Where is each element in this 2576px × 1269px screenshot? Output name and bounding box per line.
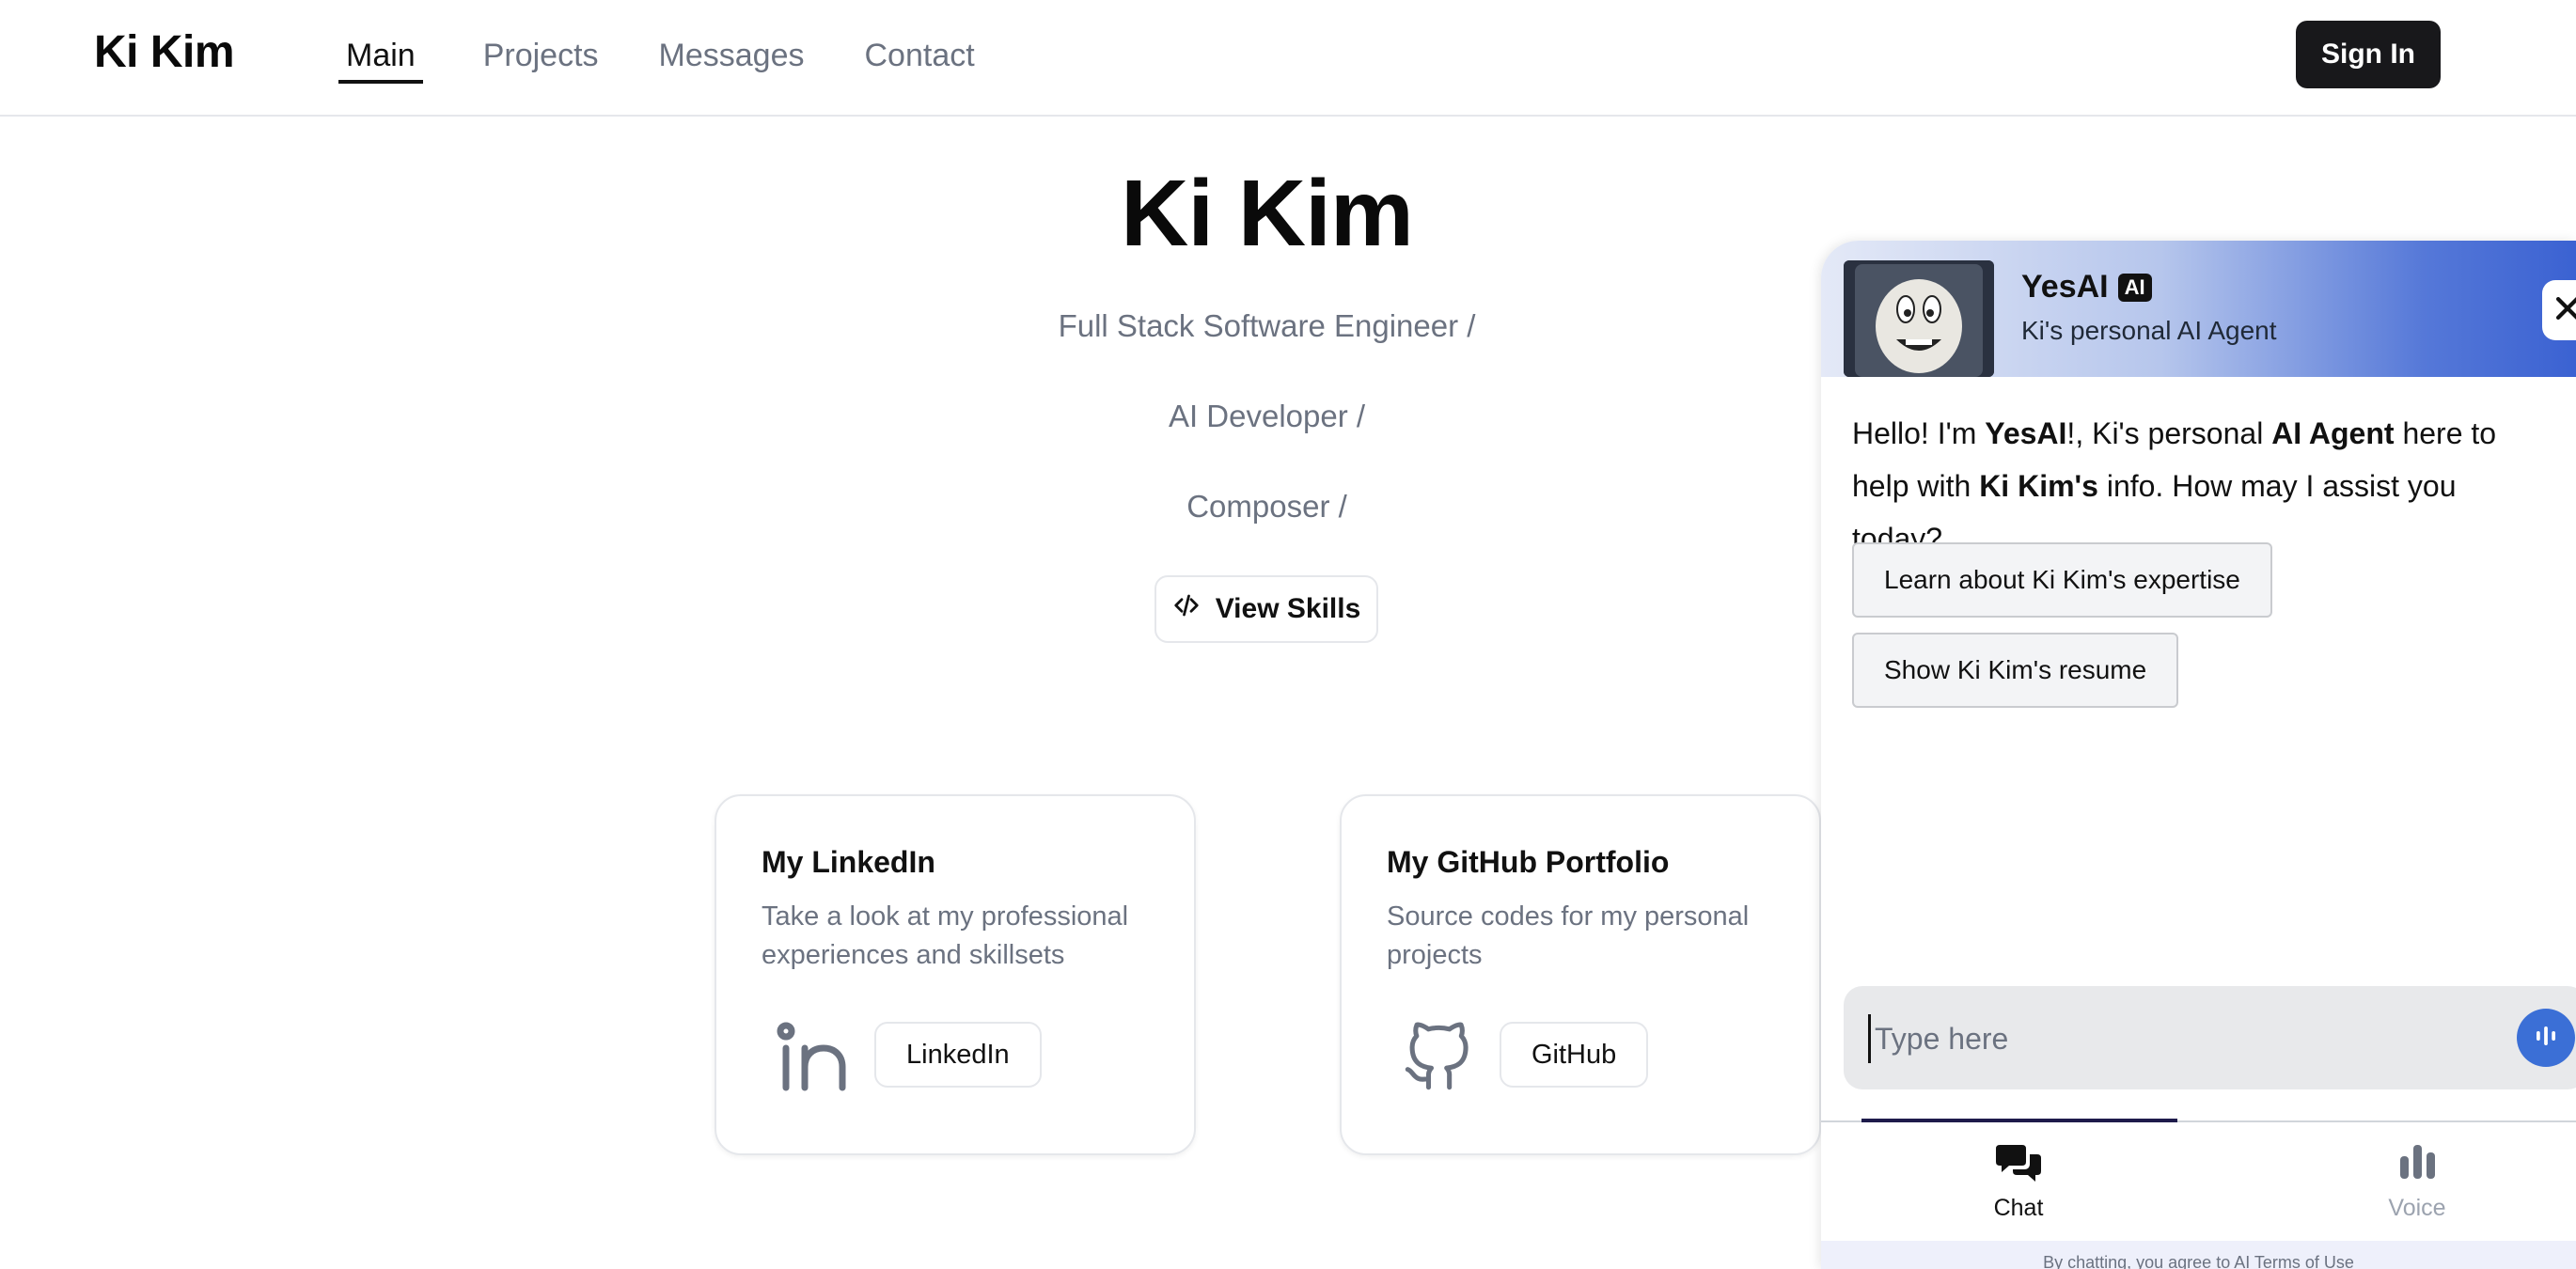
main-nav: Main Projects Messages Contact (338, 38, 1035, 84)
code-icon (1172, 591, 1201, 627)
greeting-text: Hello! I'm (1852, 416, 1986, 450)
github-button[interactable]: GitHub (1500, 1022, 1649, 1088)
tab-voice[interactable]: Voice (2323, 1143, 2511, 1222)
audio-bars-icon (2532, 1022, 2560, 1055)
ai-badge: AI (2117, 273, 2152, 302)
greeting-text: !, Ki's personal (2066, 416, 2272, 450)
brand-logo[interactable]: Ki Kim (94, 26, 235, 78)
sign-in-button[interactable]: Sign In (2296, 21, 2441, 88)
card-description: Source codes for my personal projects (1387, 901, 1750, 970)
bot-name: YesAI AI (2021, 269, 2152, 306)
card-description: Take a look at my professional experienc… (762, 901, 1129, 970)
greeting-bold: YesAI (1985, 416, 2067, 450)
view-skills-label: View Skills (1215, 593, 1361, 624)
chat-header: YesAI AI Ki's personal AI Agent (1821, 241, 2576, 377)
nav-item-messages[interactable]: Messages (659, 38, 805, 84)
linkedin-card: My LinkedIn Take a look at my profession… (715, 794, 1196, 1155)
view-skills-button[interactable]: View Skills (1154, 575, 1378, 643)
voice-input-button[interactable] (2517, 1009, 2575, 1067)
bot-avatar (1844, 260, 1994, 377)
chat-footer-terms: By chatting, you agree to AI Terms of Us… (1821, 1241, 2576, 1269)
tab-voice-label: Voice (2388, 1195, 2446, 1221)
greeting-bold: AI Agent (2271, 416, 2395, 450)
close-chat-button[interactable] (2542, 280, 2576, 340)
card-title: My GitHub Portfolio (1387, 845, 1670, 879)
nav-item-main[interactable]: Main (338, 38, 423, 84)
suggestion-resume-button[interactable]: Show Ki Kim's resume (1852, 633, 2179, 708)
tab-chat-label: Chat (1993, 1195, 2044, 1221)
greeting-bold: Ki Kim's (1979, 469, 2098, 503)
bot-name-text: YesAI (2021, 269, 2109, 305)
chat-bubbles-icon (1924, 1143, 2113, 1187)
github-icon (1402, 1020, 1473, 1095)
suggestion-expertise-button[interactable]: Learn about Ki Kim's expertise (1852, 542, 2272, 618)
bot-greeting-message: Hello! I'm YesAI!, Ki's personal AI Agen… (1852, 407, 2548, 565)
close-icon (2552, 292, 2576, 329)
linkedin-button[interactable]: LinkedIn (874, 1022, 1042, 1088)
chat-widget: YesAI AI Ki's personal AI Agent Hello! I… (1821, 241, 2576, 1269)
github-card: My GitHub Portfolio Source codes for my … (1340, 794, 1821, 1155)
chat-messages: Hello! I'm YesAI!, Ki's personal AI Agen… (1821, 377, 2576, 988)
bot-subtitle: Ki's personal AI Agent (2021, 316, 2277, 345)
linkedin-icon (777, 1020, 848, 1095)
nav-item-projects[interactable]: Projects (483, 38, 599, 84)
chat-input[interactable] (1868, 1014, 2478, 1063)
voice-bars-icon (2323, 1143, 2511, 1187)
card-title: My LinkedIn (762, 845, 935, 879)
nav-item-contact[interactable]: Contact (865, 38, 975, 84)
chat-input-bar (1844, 986, 2576, 1089)
active-tab-indicator (1861, 1119, 2177, 1122)
top-navbar: Ki Kim Main Projects Messages Contact Si… (0, 0, 2576, 117)
tab-chat[interactable]: Chat (1924, 1143, 2113, 1222)
